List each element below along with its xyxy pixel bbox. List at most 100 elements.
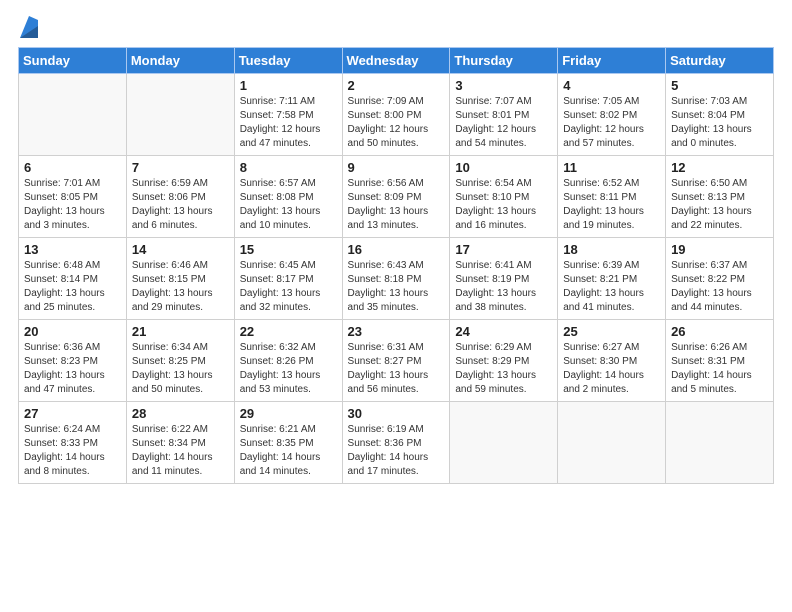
calendar-header-row: SundayMondayTuesdayWednesdayThursdayFrid… bbox=[19, 48, 774, 74]
day-number: 3 bbox=[455, 78, 552, 93]
header bbox=[18, 16, 774, 39]
calendar-cell: 25 Sunrise: 6:27 AM Sunset: 8:30 PM Dayli… bbox=[558, 320, 666, 402]
day-header-wednesday: Wednesday bbox=[342, 48, 450, 74]
day-number: 25 bbox=[563, 324, 660, 339]
day-detail: Sunrise: 7:01 AM Sunset: 8:05 PM Dayligh… bbox=[24, 177, 121, 233]
day-number: 10 bbox=[455, 160, 552, 175]
calendar-cell: 14Sunrise: 6:46 AM Sunset: 8:15 PM Dayli… bbox=[126, 238, 234, 320]
day-header-thursday: Thursday bbox=[450, 48, 558, 74]
day-number: 16 bbox=[348, 242, 445, 257]
day-header-sunday: Sunday bbox=[19, 48, 127, 74]
day-detail: Sunrise: 6:37 AM Sunset: 8:22 PM Dayligh… bbox=[671, 259, 768, 315]
day-number: 12 bbox=[671, 160, 768, 175]
day-number: 9 bbox=[348, 160, 445, 175]
day-number: 21 bbox=[132, 324, 229, 339]
day-number: 13 bbox=[24, 242, 121, 257]
calendar-cell bbox=[126, 74, 234, 156]
day-number: 1 bbox=[240, 78, 337, 93]
day-detail: Sunrise: 6:57 AM Sunset: 8:08 PM Dayligh… bbox=[240, 177, 337, 233]
calendar-cell: 17 Sunrise: 6:41 AM Sunset: 8:19 PM Dayli… bbox=[450, 238, 558, 320]
day-number: 4 bbox=[563, 78, 660, 93]
day-number: 2 bbox=[348, 78, 445, 93]
page: SundayMondayTuesdayWednesdayThursdayFrid… bbox=[0, 0, 792, 612]
day-detail: Sunrise: 7:05 AM Sunset: 8:02 PM Dayligh… bbox=[563, 95, 660, 151]
day-detail: Sunrise: 6:31 AM Sunset: 8:27 PM Dayligh… bbox=[348, 341, 445, 397]
day-detail: Sunrise: 6:29 AM Sunset: 8:29 PM Dayligh… bbox=[455, 341, 552, 397]
calendar-cell: 29 Sunrise: 6:21 AM Sunset: 8:35 PM Dayli… bbox=[234, 402, 342, 484]
calendar-cell: 2 Sunrise: 7:09 AM Sunset: 8:00 PM Daylig… bbox=[342, 74, 450, 156]
day-number: 11 bbox=[563, 160, 660, 175]
day-number: 22 bbox=[240, 324, 337, 339]
day-detail: Sunrise: 6:50 AM Sunset: 8:13 PM Dayligh… bbox=[671, 177, 768, 233]
day-number: 5 bbox=[671, 78, 768, 93]
logo-icon bbox=[20, 16, 38, 38]
day-number: 7 bbox=[132, 160, 229, 175]
calendar-week-2: 6 Sunrise: 7:01 AM Sunset: 8:05 PM Daylig… bbox=[19, 156, 774, 238]
calendar-cell: 20 Sunrise: 6:36 AM Sunset: 8:23 PM Dayli… bbox=[19, 320, 127, 402]
day-number: 26 bbox=[671, 324, 768, 339]
day-detail: Sunrise: 6:43 AM Sunset: 8:18 PM Dayligh… bbox=[348, 259, 445, 315]
day-detail: Sunrise: 6:59 AM Sunset: 8:06 PM Dayligh… bbox=[132, 177, 229, 233]
day-header-saturday: Saturday bbox=[666, 48, 774, 74]
day-number: 24 bbox=[455, 324, 552, 339]
calendar-cell: 5 Sunrise: 7:03 AM Sunset: 8:04 PM Daylig… bbox=[666, 74, 774, 156]
calendar-week-3: 13Sunrise: 6:48 AM Sunset: 8:14 PM Dayli… bbox=[19, 238, 774, 320]
day-detail: Sunrise: 6:45 AM Sunset: 8:17 PM Dayligh… bbox=[240, 259, 337, 315]
day-header-monday: Monday bbox=[126, 48, 234, 74]
calendar-cell: 3 Sunrise: 7:07 AM Sunset: 8:01 PM Daylig… bbox=[450, 74, 558, 156]
calendar-cell: 9 Sunrise: 6:56 AM Sunset: 8:09 PM Daylig… bbox=[342, 156, 450, 238]
calendar-cell: 30 Sunrise: 6:19 AM Sunset: 8:36 PM Dayli… bbox=[342, 402, 450, 484]
calendar-cell: 28 Sunrise: 6:22 AM Sunset: 8:34 PM Dayli… bbox=[126, 402, 234, 484]
logo bbox=[18, 16, 38, 39]
day-detail: Sunrise: 6:39 AM Sunset: 8:21 PM Dayligh… bbox=[563, 259, 660, 315]
calendar-cell: 22 Sunrise: 6:32 AM Sunset: 8:26 PM Dayli… bbox=[234, 320, 342, 402]
calendar-cell: 1 Sunrise: 7:11 AM Sunset: 7:58 PM Daylig… bbox=[234, 74, 342, 156]
calendar-cell: 19 Sunrise: 6:37 AM Sunset: 8:22 PM Dayli… bbox=[666, 238, 774, 320]
day-detail: Sunrise: 6:34 AM Sunset: 8:25 PM Dayligh… bbox=[132, 341, 229, 397]
day-number: 23 bbox=[348, 324, 445, 339]
day-number: 19 bbox=[671, 242, 768, 257]
day-number: 20 bbox=[24, 324, 121, 339]
calendar-week-1: 1 Sunrise: 7:11 AM Sunset: 7:58 PM Daylig… bbox=[19, 74, 774, 156]
day-detail: Sunrise: 6:19 AM Sunset: 8:36 PM Dayligh… bbox=[348, 423, 445, 479]
calendar-week-4: 20 Sunrise: 6:36 AM Sunset: 8:23 PM Dayli… bbox=[19, 320, 774, 402]
day-detail: Sunrise: 6:32 AM Sunset: 8:26 PM Dayligh… bbox=[240, 341, 337, 397]
calendar-week-5: 27 Sunrise: 6:24 AM Sunset: 8:33 PM Dayli… bbox=[19, 402, 774, 484]
day-detail: Sunrise: 6:22 AM Sunset: 8:34 PM Dayligh… bbox=[132, 423, 229, 479]
calendar-table: SundayMondayTuesdayWednesdayThursdayFrid… bbox=[18, 47, 774, 484]
calendar-cell: 10 Sunrise: 6:54 AM Sunset: 8:10 PM Dayli… bbox=[450, 156, 558, 238]
day-detail: Sunrise: 6:26 AM Sunset: 8:31 PM Dayligh… bbox=[671, 341, 768, 397]
day-detail: Sunrise: 7:09 AM Sunset: 8:00 PM Dayligh… bbox=[348, 95, 445, 151]
day-detail: Sunrise: 7:03 AM Sunset: 8:04 PM Dayligh… bbox=[671, 95, 768, 151]
day-number: 17 bbox=[455, 242, 552, 257]
day-number: 27 bbox=[24, 406, 121, 421]
calendar-cell: 7 Sunrise: 6:59 AM Sunset: 8:06 PM Daylig… bbox=[126, 156, 234, 238]
day-number: 15 bbox=[240, 242, 337, 257]
calendar-cell bbox=[558, 402, 666, 484]
calendar-cell bbox=[666, 402, 774, 484]
calendar-cell bbox=[450, 402, 558, 484]
day-detail: Sunrise: 7:07 AM Sunset: 8:01 PM Dayligh… bbox=[455, 95, 552, 151]
day-number: 30 bbox=[348, 406, 445, 421]
calendar-cell bbox=[19, 74, 127, 156]
calendar-cell: 13Sunrise: 6:48 AM Sunset: 8:14 PM Dayli… bbox=[19, 238, 127, 320]
day-detail: Sunrise: 7:11 AM Sunset: 7:58 PM Dayligh… bbox=[240, 95, 337, 151]
day-detail: Sunrise: 6:24 AM Sunset: 8:33 PM Dayligh… bbox=[24, 423, 121, 479]
day-detail: Sunrise: 6:36 AM Sunset: 8:23 PM Dayligh… bbox=[24, 341, 121, 397]
day-detail: Sunrise: 6:27 AM Sunset: 8:30 PM Dayligh… bbox=[563, 341, 660, 397]
day-number: 6 bbox=[24, 160, 121, 175]
day-detail: Sunrise: 6:56 AM Sunset: 8:09 PM Dayligh… bbox=[348, 177, 445, 233]
day-number: 28 bbox=[132, 406, 229, 421]
calendar-cell: 23 Sunrise: 6:31 AM Sunset: 8:27 PM Dayli… bbox=[342, 320, 450, 402]
calendar-cell: 8Sunrise: 6:57 AM Sunset: 8:08 PM Daylig… bbox=[234, 156, 342, 238]
day-number: 29 bbox=[240, 406, 337, 421]
day-detail: Sunrise: 6:54 AM Sunset: 8:10 PM Dayligh… bbox=[455, 177, 552, 233]
day-detail: Sunrise: 6:21 AM Sunset: 8:35 PM Dayligh… bbox=[240, 423, 337, 479]
calendar-cell: 26 Sunrise: 6:26 AM Sunset: 8:31 PM Dayli… bbox=[666, 320, 774, 402]
calendar-cell: 11Sunrise: 6:52 AM Sunset: 8:11 PM Dayli… bbox=[558, 156, 666, 238]
day-detail: Sunrise: 6:41 AM Sunset: 8:19 PM Dayligh… bbox=[455, 259, 552, 315]
calendar-cell: 21 Sunrise: 6:34 AM Sunset: 8:25 PM Dayli… bbox=[126, 320, 234, 402]
calendar-cell: 27 Sunrise: 6:24 AM Sunset: 8:33 PM Dayli… bbox=[19, 402, 127, 484]
day-header-friday: Friday bbox=[558, 48, 666, 74]
calendar-cell: 16 Sunrise: 6:43 AM Sunset: 8:18 PM Dayli… bbox=[342, 238, 450, 320]
